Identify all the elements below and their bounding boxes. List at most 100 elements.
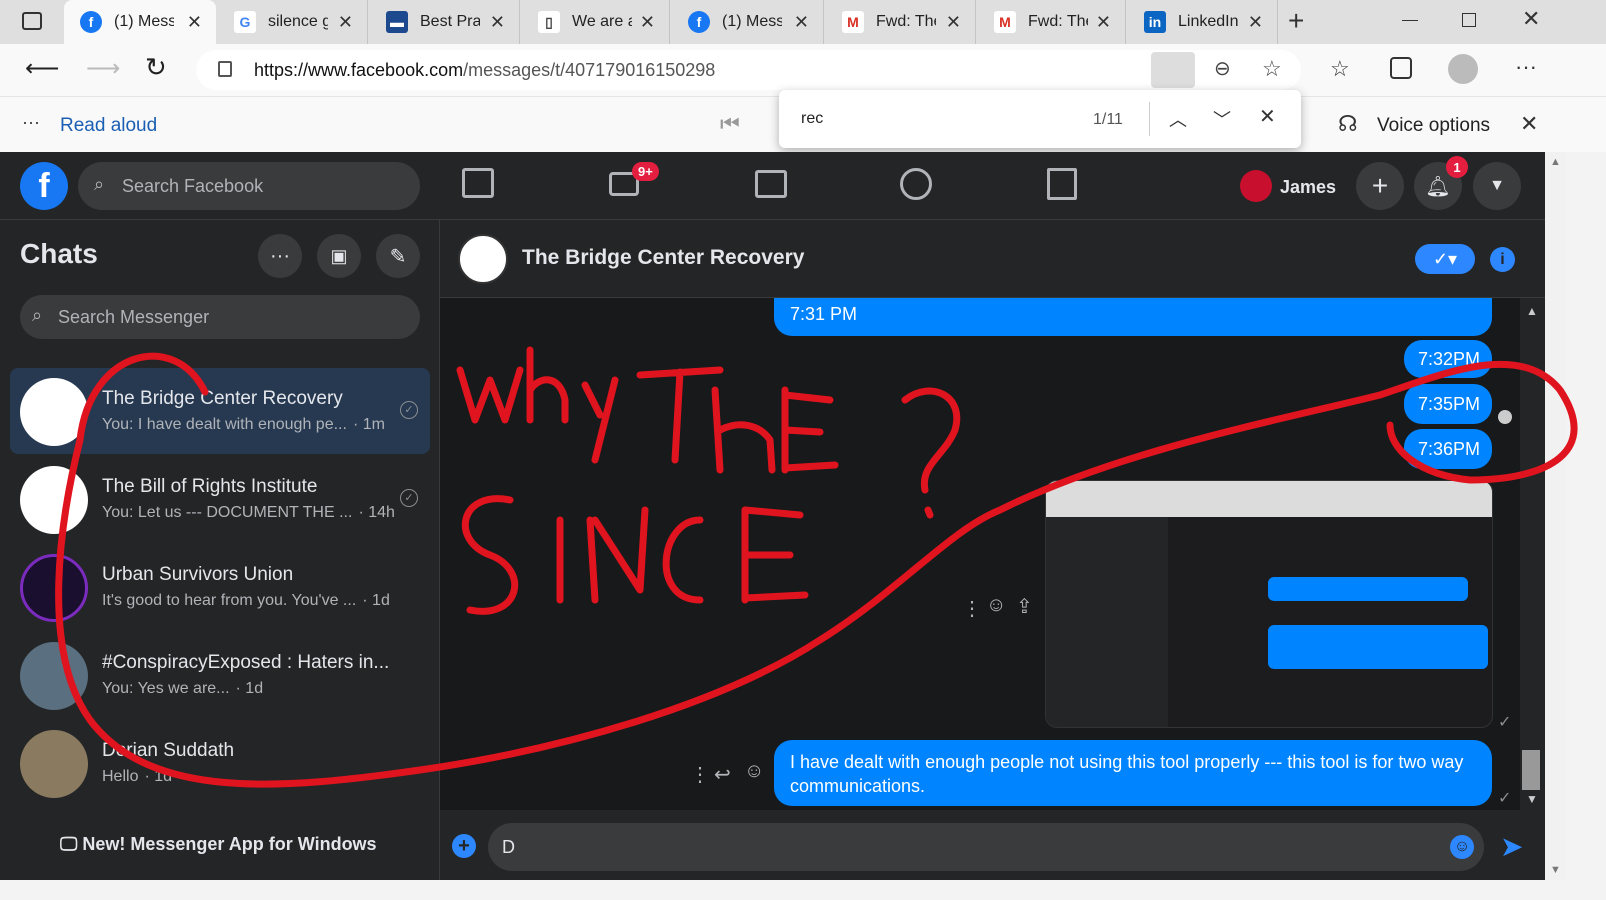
chat-list-item[interactable]: Dorian Suddath Hello · 1d xyxy=(10,720,430,806)
tab-label: (1) Messenger xyxy=(722,13,782,30)
read-aloud-button[interactable]: Read aloud xyxy=(60,115,157,137)
scroll-thumb[interactable] xyxy=(1522,750,1540,790)
chat-list-item[interactable]: The Bill of Rights Institute You: Let us … xyxy=(10,456,430,542)
conversation-avatar[interactable] xyxy=(458,234,508,284)
chat-time: · 14h xyxy=(358,504,395,521)
close-tab-icon[interactable]: ✕ xyxy=(1096,12,1111,33)
conversation-title[interactable]: The Bridge Center Recovery xyxy=(522,246,804,270)
browser-tab[interactable]: f (1) Messenger ✕ xyxy=(64,0,216,44)
message-bubble[interactable]: 7:32PM xyxy=(1404,340,1492,378)
chat-preview: You: I have dealt with enough pe... · 1m xyxy=(102,416,385,434)
sent-check-icon: ✓ xyxy=(400,401,418,419)
back-icon[interactable]: ⟵ xyxy=(25,54,59,83)
sent-check-icon: ✓ xyxy=(400,489,418,507)
close-read-aloud-icon[interactable]: ✕ xyxy=(1520,111,1538,137)
scroll-down-icon[interactable]: ▼ xyxy=(1526,792,1538,806)
favorite-star-icon[interactable]: ☆ xyxy=(1262,56,1282,82)
mark-done-button[interactable]: ✓▾ xyxy=(1415,244,1475,274)
message-scrollbar[interactable]: ▲ ▼ xyxy=(1520,298,1545,810)
chat-list-item[interactable]: #ConspiracyExposed : Haters in... You: Ye… xyxy=(10,632,430,718)
page-scroll-up-icon[interactable]: ▲ xyxy=(1550,156,1561,168)
message-more-icon[interactable]: ⋮ xyxy=(962,596,982,621)
browser-tab[interactable]: in LinkedIn ✕ xyxy=(1128,0,1278,44)
send-icon[interactable]: ➤ xyxy=(1500,830,1523,863)
image-attachment[interactable] xyxy=(1045,480,1493,728)
close-tab-icon[interactable]: ✕ xyxy=(640,12,655,33)
message-bubble[interactable]: 7:36PM xyxy=(1404,429,1492,469)
url-field[interactable]: https://www.facebook.com/messages/t/4071… xyxy=(196,50,1301,90)
browser-tab[interactable]: ▯ We are a ✕ xyxy=(522,0,670,44)
new-room-button[interactable]: ▣ xyxy=(317,234,361,278)
linkedin-icon: in xyxy=(1144,11,1166,33)
scroll-up-icon[interactable]: ▲ xyxy=(1526,304,1538,318)
home-icon[interactable] xyxy=(462,168,494,198)
more-icon[interactable]: ··· xyxy=(1515,54,1537,80)
minimize-icon[interactable] xyxy=(1402,20,1418,21)
info-icon[interactable]: i xyxy=(1490,247,1515,272)
chats-options-button[interactable]: ··· xyxy=(258,234,302,278)
messenger-search-input[interactable]: ⌕ Search Messenger xyxy=(20,295,420,339)
message-text: 7:32PM xyxy=(1418,349,1481,369)
close-window-icon[interactable]: ✕ xyxy=(1522,6,1540,32)
new-tab-icon[interactable]: + xyxy=(1288,5,1304,37)
refresh-icon[interactable]: ↻ xyxy=(145,52,167,83)
voice-options-button[interactable]: Voice options xyxy=(1377,115,1490,137)
message-bubble[interactable]: 7:31 PM xyxy=(774,298,1492,336)
close-tab-icon[interactable]: ✕ xyxy=(338,12,353,33)
page-scroll-down-icon[interactable]: ▼ xyxy=(1550,864,1561,876)
close-tab-icon[interactable]: ✕ xyxy=(946,12,961,33)
gaming-icon[interactable] xyxy=(1047,168,1077,200)
emoji-icon[interactable]: ☺ xyxy=(1450,835,1474,859)
browser-tab[interactable]: M Fwd: The ✕ xyxy=(826,0,976,44)
tab-actions-icon[interactable] xyxy=(22,12,42,30)
chat-preview-text: You: Let us --- DOCUMENT THE ... xyxy=(102,504,353,521)
find-close-icon[interactable]: ✕ xyxy=(1259,104,1276,129)
message-more-icon[interactable]: ⋮ xyxy=(690,762,710,787)
message-bubble[interactable]: 7:35PM xyxy=(1404,384,1492,424)
collections-icon[interactable] xyxy=(1390,57,1412,79)
profile-avatar[interactable] xyxy=(1448,54,1478,84)
immersive-reader-icon[interactable] xyxy=(1151,52,1195,88)
account-menu-button[interactable]: ▼ xyxy=(1473,162,1521,210)
read-aloud-menu-icon[interactable]: ··· xyxy=(22,112,40,133)
new-message-button[interactable]: ✎ xyxy=(376,234,420,278)
close-tab-icon[interactable]: ✕ xyxy=(1248,12,1263,33)
close-tab-icon[interactable]: ✕ xyxy=(794,12,809,33)
facebook-logo-icon[interactable]: f xyxy=(20,162,68,210)
share-icon[interactable]: ⇪ xyxy=(1016,594,1033,619)
chat-list-item[interactable]: Urban Survivors Union It's good to hear f… xyxy=(10,544,430,630)
previous-icon[interactable]: ⏮ xyxy=(720,111,740,137)
marketplace-icon[interactable] xyxy=(755,170,787,198)
reply-icon[interactable]: ↩ xyxy=(714,762,731,787)
groups-icon[interactable] xyxy=(900,168,932,200)
find-next-icon[interactable]: ﹀ xyxy=(1213,106,1231,132)
create-button[interactable]: + xyxy=(1356,162,1404,210)
chat-name: Urban Survivors Union xyxy=(102,564,294,585)
find-prev-icon[interactable]: ︿ xyxy=(1169,106,1187,132)
close-tab-icon[interactable]: ✕ xyxy=(187,12,202,33)
facebook-search-input[interactable]: ⌕ Search Facebook xyxy=(78,162,420,210)
page-scrollbar[interactable]: ▲ ▼ xyxy=(1545,152,1566,880)
find-input[interactable]: rec xyxy=(801,110,823,128)
attachment-bubble xyxy=(1268,625,1488,669)
browser-tab[interactable]: f (1) Messenger ✕ xyxy=(672,0,824,44)
zoom-out-icon[interactable]: ⊖ xyxy=(1214,56,1231,81)
chat-name: The Bridge Center Recovery xyxy=(102,388,343,409)
chat-list-item[interactable]: The Bridge Center Recovery You: I have de… xyxy=(10,368,430,454)
react-icon[interactable]: ☺ xyxy=(744,760,764,783)
browser-tab[interactable]: Gsilence g ✕ xyxy=(218,0,368,44)
close-tab-icon[interactable]: ✕ xyxy=(490,12,505,33)
forward-icon[interactable]: ⟶ xyxy=(86,54,120,83)
react-icon[interactable]: ☺ xyxy=(986,594,1006,617)
browser-tab[interactable]: ▬ Best Prac ✕ xyxy=(370,0,520,44)
messenger-app-promo[interactable]: 🖵︎ New! Messenger App for Windows xyxy=(60,834,377,855)
favorites-icon[interactable]: ☆ xyxy=(1330,56,1350,82)
browser-tab[interactable]: M Fwd: The ✕ xyxy=(978,0,1126,44)
maximize-icon[interactable] xyxy=(1462,13,1476,27)
profile-chip[interactable]: James xyxy=(1238,166,1346,206)
message-bubble[interactable]: I have dealt with enough people not usin… xyxy=(774,740,1492,806)
chats-sidebar: Chats ··· ▣ ✎ ⌕ Search Messenger The Bri… xyxy=(0,220,440,880)
message-input[interactable]: D ☺ xyxy=(488,823,1484,871)
more-actions-icon[interactable]: + xyxy=(452,834,476,858)
tab-label: Fwd: The xyxy=(876,13,936,30)
